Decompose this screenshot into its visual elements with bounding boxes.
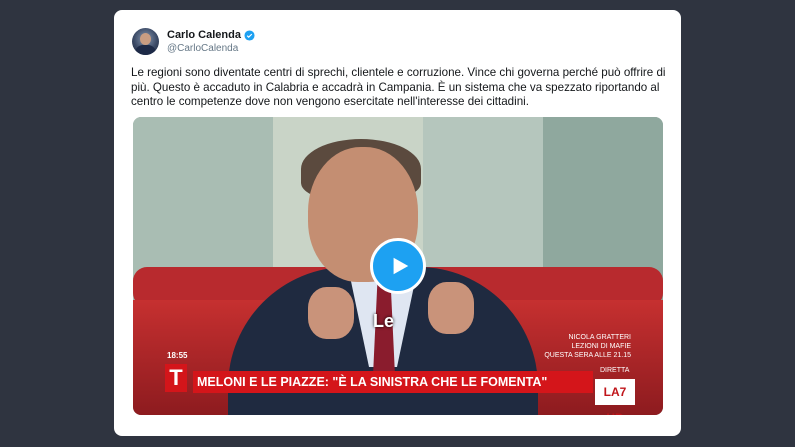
author-name-row[interactable]: Carlo Calenda xyxy=(167,29,255,41)
video-player[interactable]: Le 18:55 NICOLA GRATTERI LEZIONI DI MAFI… xyxy=(133,117,663,415)
tweet-card: Carlo Calenda @CarloCalenda Le regioni s… xyxy=(114,10,681,436)
live-label: DIRETTA xyxy=(600,367,630,374)
broadcast-clock: 18:55 xyxy=(167,351,188,360)
show-logo: T xyxy=(165,364,187,392)
channel-logo: LA7 HD xyxy=(595,379,635,415)
play-button[interactable] xyxy=(370,238,426,294)
broadcast-promo: NICOLA GRATTERI LEZIONI DI MAFIE QUESTA … xyxy=(544,334,631,359)
author-avatar[interactable] xyxy=(132,28,159,55)
verified-badge-icon xyxy=(244,29,255,41)
tweet-text: Le regioni sono diventate centri di spre… xyxy=(131,66,666,108)
author-handle[interactable]: @CarloCalenda xyxy=(167,43,238,54)
video-caption: Le xyxy=(373,311,395,331)
author-name[interactable]: Carlo Calenda xyxy=(167,29,241,41)
play-icon xyxy=(393,257,409,275)
news-banner: MELONI E LE PIAZZE: "È LA SINISTRA CHE L… xyxy=(193,371,593,393)
